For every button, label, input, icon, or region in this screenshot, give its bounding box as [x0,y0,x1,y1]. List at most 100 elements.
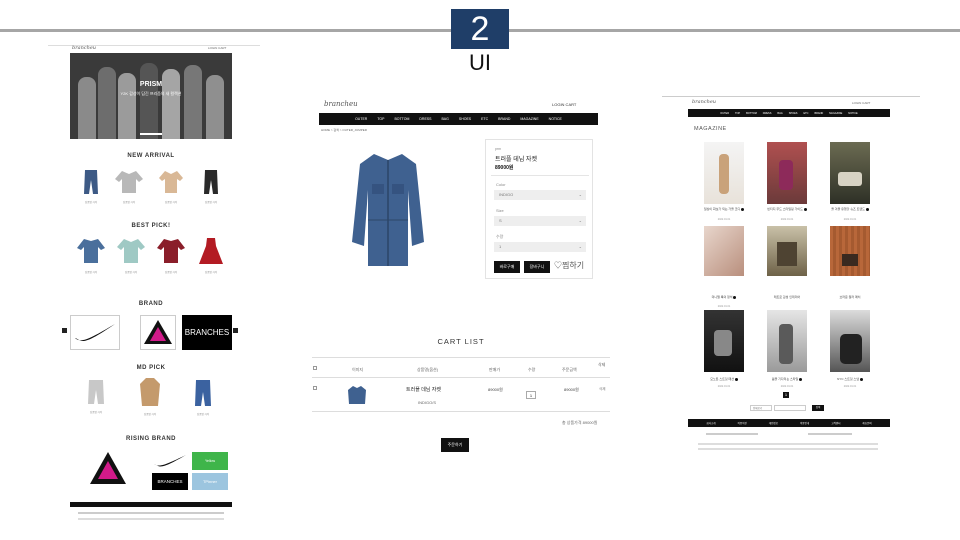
brand-logo-nike[interactable] [70,315,120,350]
magazine-thumb[interactable] [830,226,870,276]
magazine-title: MAGAZINE [694,126,727,132]
quantity-stepper[interactable]: 1 [526,391,536,399]
magazine-caption[interactable]: 브라운 컬러 매치 [820,295,880,299]
magazine-caption[interactable]: 일상이 화보가 되는 가을 코디 [694,207,754,211]
header-rule-right [509,29,960,32]
rising-logo-prism[interactable] [88,450,128,490]
color-select[interactable]: INDIGO ⌄ [494,190,586,200]
magazine-thumb[interactable] [767,142,807,204]
rising-logo-yellow[interactable]: Yellow [192,452,228,470]
brand-logo-branches[interactable]: BRANCHES [182,315,232,350]
search-scope-select[interactable]: 전체보기 [750,405,772,411]
wishlist-button[interactable]: ♡찜하기 [554,260,584,271]
header-rule-left [0,29,451,32]
cart-title: CART LIST [437,337,485,346]
hero-banner[interactable]: PRISM Y2K 감성이 담긴 프리즘의 새 컬렉션 [70,53,232,139]
product-card[interactable]: 상품명 가격 [80,170,102,204]
top-rule [662,96,920,97]
magazine-caption[interactable]: 올 겨울 유행할 슈즈 트렌드 [820,207,880,211]
model-figure [184,65,202,139]
magazine-caption[interactable]: 빈티지 무드 스타일링 가이드 [757,207,817,211]
col-name: 상품명(옵션) [417,367,439,372]
rising-logo-tpinner[interactable]: TPinner [192,473,228,490]
grey-pants-image [88,380,104,404]
site-logo[interactable]: brancheu [72,45,96,51]
rising-logo-nike[interactable] [152,452,188,470]
quantity-label: 수량 [496,234,504,239]
mint-sweater-image [117,239,145,263]
site-logo[interactable]: brancheu [692,99,716,105]
product-card[interactable]: 상품명 가격 [196,238,226,274]
next-arrow-icon[interactable] [233,328,238,333]
header-links[interactable]: LOGIN CART [852,101,870,105]
magazine-caption[interactable]: 미니멀 룩의 정석 [694,295,754,299]
product-card[interactable]: 상품명 가격 [156,238,186,274]
main-nav[interactable]: OUTER TOP BOTTOM DRESS BAG SHOES ETC BRAND MAGAZ… [319,113,598,125]
product-card[interactable]: 상품명 가격 [200,170,222,204]
prev-arrow-icon[interactable] [62,328,67,333]
rising-logo-branches[interactable]: BRANCHES [152,473,188,490]
blue-jeans-image [195,380,211,406]
magazine-caption[interactable]: NYC 스트릿 스냅 [820,377,880,381]
magazine-date: 2022.01.01 [780,218,794,221]
trench-coat-image [140,378,160,406]
col-price: 판매가 [489,367,501,372]
quantity-select[interactable]: 1 ⌄ [494,242,586,252]
magazine-caption[interactable]: 모노톤 스트릿 패션 [694,377,754,381]
footer-links[interactable] [808,433,852,435]
magazine-thumb[interactable] [704,142,744,204]
size-select[interactable]: S ⌄ [494,216,586,226]
col-delete: 삭제 [598,362,606,367]
product-card[interactable]: 상품명 가격 [84,380,108,414]
footer-text [78,518,224,520]
footer-text [698,448,878,450]
search-input[interactable] [774,405,806,411]
color-label: Color [496,182,506,187]
delete-button[interactable]: 삭제 [599,387,605,392]
footer-text [698,443,878,445]
brand-tag[interactable]: prm [495,147,501,151]
magazine-date: 2022.01.01 [843,385,857,388]
magazine-thumb[interactable] [704,226,744,276]
magazine-date: 2022.01.01 [717,218,731,221]
product-card[interactable]: 상품명 가격 [156,170,186,204]
best-pick-title: BEST PICK! [131,223,171,229]
select-all-checkbox[interactable] [313,366,317,370]
add-to-cart-button[interactable]: 장바구니 [524,261,550,273]
brand-logo-prism[interactable] [140,315,176,350]
magazine-thumb[interactable] [767,226,807,276]
magazine-thumb[interactable] [704,310,744,372]
cart-item-thumbnail[interactable] [348,385,366,405]
order-button[interactable]: 주문하기 [441,438,469,452]
row-checkbox[interactable] [313,386,317,390]
main-nav[interactable]: OUTER TOP BOTTOM DRESS BAG SHOES ETC BRAND MAGAZ… [688,109,890,117]
product-card[interactable]: 상품명 가격 [114,170,144,204]
footer-nav[interactable]: 회사소개 이용약관 개인정보 이용안내 고객센터 제휴문의 [688,419,890,427]
buy-now-button[interactable]: 바로구매 [494,261,520,273]
brand-title: BRAND [138,301,164,307]
header-links[interactable]: LOGIN CART [208,46,226,50]
magazine-page-screenshot: brancheu LOGIN CART OUTER TOP BOTTOM DRESS B… [662,96,920,456]
slide-title: UI [469,50,491,75]
product-detail-screenshot: brancheu LOGIN CART OUTER TOP BOTTOM DRESS B… [312,95,610,460]
magazine-caption[interactable]: 봄을 기다리는 스타일 [757,377,817,381]
header-links[interactable]: LOGIN CART [552,102,576,107]
site-logo[interactable]: brancheu [324,100,358,108]
md-pick-title: MD PICK [136,365,166,371]
page-button[interactable]: 1 [783,392,789,398]
product-card[interactable]: 상품명 가격 [138,378,162,416]
hero-caption: Y2K 감성이 담긴 프리즘의 새 컬렉션 [120,91,182,96]
table-rule [312,357,610,358]
product-card[interactable]: 상품명 가격 [191,380,215,416]
magazine-thumb[interactable] [830,310,870,372]
magazine-caption[interactable]: 레트로 감성 인테리어 [757,295,817,299]
carousel-dots[interactable] [140,133,162,135]
search-button[interactable]: 검색 [812,405,824,411]
magazine-thumb[interactable] [767,310,807,372]
col-image: 이미지 [352,367,364,372]
footer-text [78,512,224,514]
hero-brand: PRISM [139,81,163,88]
magazine-thumb[interactable] [830,142,870,204]
product-card[interactable]: 상품명 가격 [76,238,106,274]
product-card[interactable]: 상품명 가격 [116,238,146,274]
